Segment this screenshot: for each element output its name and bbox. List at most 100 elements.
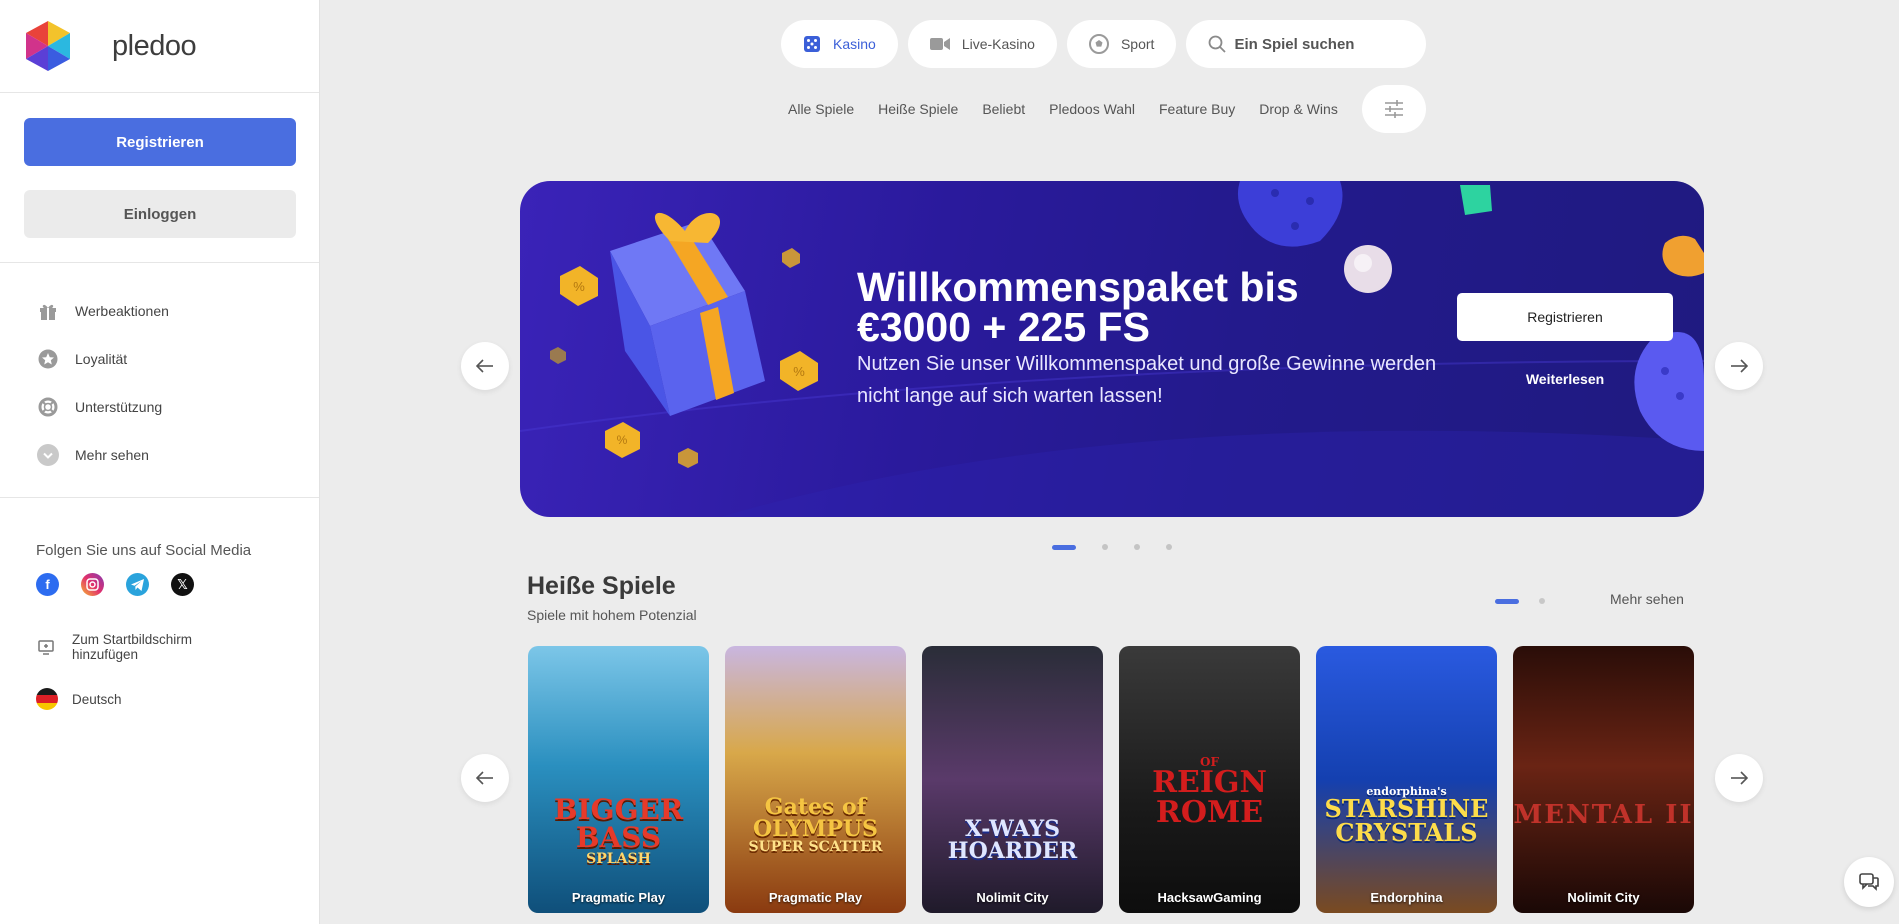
sidebar-item-more[interactable]: Mehr sehen: [0, 431, 319, 479]
game-provider: Nolimit City: [1567, 890, 1640, 905]
game-thumbnail: [528, 646, 709, 913]
games-next-button[interactable]: [1715, 754, 1763, 802]
banner-dot-2[interactable]: [1102, 544, 1108, 550]
game-art-title: X-WAYS HOARDER: [947, 816, 1078, 864]
video-camera-icon: [929, 37, 950, 51]
game-provider: Pragmatic Play: [768, 890, 863, 905]
tab-sport[interactable]: Sport: [1066, 20, 1177, 68]
social-title: Folgen Sie uns auf Social Media: [36, 542, 252, 559]
hot-games-dot-2[interactable]: [1539, 598, 1545, 604]
auth-panel: Registrieren Einloggen: [0, 93, 319, 263]
x-icon[interactable]: 𝕏: [171, 573, 194, 596]
game-thumbnail: [725, 646, 906, 913]
filter-button[interactable]: [1361, 85, 1426, 133]
category-navigation: Alle Spiele Heiße Spiele Beliebt Pledoos…: [788, 85, 1426, 133]
tab-live-casino[interactable]: Live-Kasino: [907, 20, 1057, 68]
banner-title: Willkommenspaket bis €3000 + 225 FS: [857, 264, 1299, 350]
banner-dot-3[interactable]: [1134, 544, 1140, 550]
german-flag-icon: [36, 688, 58, 710]
game-provider: Endorphina: [1370, 890, 1443, 905]
register-button[interactable]: Registrieren: [24, 118, 296, 166]
top-navigation: Kasino Live-Kasino Sport Ein Spiel suche…: [781, 20, 1427, 68]
gift-icon: [37, 300, 59, 322]
category-pledoos-choice[interactable]: Pledoos Wahl: [1049, 101, 1135, 117]
chevron-down-icon: [37, 444, 59, 466]
category-drop-wins[interactable]: Drop & Wins: [1259, 101, 1338, 117]
sidebar-item-promotions[interactable]: Werbeaktionen: [0, 287, 319, 335]
chat-button[interactable]: [1844, 857, 1894, 907]
game-card[interactable]: endorphina's STARSHINE CRYSTALS Endorphin…: [1316, 646, 1497, 913]
sidebar-item-label: Mehr sehen: [75, 447, 149, 463]
banner-dot-4[interactable]: [1166, 544, 1172, 550]
game-art-title: Gates of OLYMPUS SUPER SCATTER: [748, 794, 883, 855]
add-to-homescreen[interactable]: Zum Startbildschirm hinzufügen: [36, 632, 319, 662]
sliders-icon: [1384, 100, 1403, 118]
category-all-games[interactable]: Alle Spiele: [788, 101, 854, 117]
pledoo-logo-icon[interactable]: [26, 21, 70, 71]
banner-prev-button[interactable]: [461, 342, 509, 390]
banner-read-more-link[interactable]: Weiterlesen: [1457, 371, 1673, 387]
search-icon: [1208, 35, 1227, 53]
arrow-right-icon: [1731, 359, 1748, 373]
homescreen-label: Zum Startbildschirm hinzufügen: [72, 632, 193, 662]
arrow-left-icon: [476, 359, 493, 373]
game-provider: Pragmatic Play: [571, 890, 666, 905]
game-thumbnail: [922, 646, 1103, 913]
game-art-title: MENTAL II: [1513, 800, 1694, 830]
game-provider: Nolimit City: [976, 890, 1049, 905]
banner-title-line1: Willkommenspaket bis: [857, 264, 1299, 310]
sidebar-menu: Werbeaktionen Loyalität Unterstützung Me…: [0, 263, 319, 498]
hot-games-more-link[interactable]: Mehr sehen: [1610, 591, 1684, 607]
arrow-left-icon: [476, 771, 493, 785]
banner-next-button[interactable]: [1715, 342, 1763, 390]
category-popular[interactable]: Beliebt: [982, 101, 1025, 117]
sidebar-item-label: Unterstützung: [75, 399, 163, 415]
tab-casino[interactable]: Kasino: [781, 20, 898, 68]
brand-header: pledoo: [0, 0, 319, 93]
game-card[interactable]: Gates of OLYMPUS SUPER SCATTER Pragmatic …: [725, 646, 906, 913]
brand-name[interactable]: pledoo: [112, 30, 197, 63]
add-homescreen-icon: [36, 636, 58, 658]
hot-games-pagination: [1495, 598, 1545, 604]
hot-games-title: Heiße Spiele: [527, 572, 676, 600]
star-icon: [37, 348, 59, 370]
soccer-ball-icon: [1088, 34, 1109, 54]
game-provider: HacksawGaming: [1157, 890, 1262, 905]
sidebar-item-support[interactable]: Unterstützung: [0, 383, 319, 431]
welcome-banner[interactable]: % % % Willkommenspaket bis €3000 + 225 F…: [520, 181, 1704, 517]
sidebar: pledoo Registrieren Einloggen Werbeaktio…: [0, 0, 320, 924]
search-input[interactable]: Ein Spiel suchen: [1186, 20, 1427, 68]
game-art-title: OF REIGN ROME: [1152, 755, 1267, 830]
sidebar-item-loyalty[interactable]: Loyalität: [0, 335, 319, 383]
hot-games-dot-1[interactable]: [1495, 598, 1519, 604]
language-selector[interactable]: Deutsch: [36, 688, 319, 710]
facebook-icon[interactable]: f: [36, 573, 59, 596]
game-art-title: BIGGER BASS SPLASH: [553, 793, 684, 867]
game-card[interactable]: OF REIGN ROME HacksawGaming: [1119, 646, 1300, 913]
games-prev-button[interactable]: [461, 754, 509, 802]
arrow-right-icon: [1731, 771, 1748, 785]
login-button[interactable]: Einloggen: [24, 190, 296, 238]
banner-register-button[interactable]: Registrieren: [1457, 293, 1673, 341]
gift-box-icon: [610, 212, 765, 416]
game-card[interactable]: MENTAL II Nolimit City: [1513, 646, 1694, 913]
telegram-icon[interactable]: [126, 573, 149, 596]
dice-icon: [803, 35, 821, 53]
category-feature-buy[interactable]: Feature Buy: [1159, 101, 1235, 117]
category-hot-games[interactable]: Heiße Spiele: [878, 101, 958, 117]
sidebar-item-label: Loyalität: [75, 351, 128, 367]
tab-label: Live-Kasino: [961, 36, 1035, 52]
banner-pagination: [1052, 544, 1172, 550]
banner-title-line2: €3000 + 225 FS: [857, 304, 1150, 350]
game-art-title: endorphina's STARSHINE CRYSTALS: [1324, 785, 1489, 847]
hot-games-subtitle: Spiele mit hohem Potenzial: [527, 607, 697, 623]
tab-label: Sport: [1120, 36, 1155, 52]
game-card[interactable]: BIGGER BASS SPLASH Pragmatic Play: [528, 646, 709, 913]
game-thumbnail: [1316, 646, 1497, 913]
chat-icon: [1859, 873, 1879, 891]
banner-dot-1[interactable]: [1052, 544, 1076, 550]
lifebuoy-icon: [37, 396, 59, 418]
svg-text:%: %: [793, 364, 805, 379]
instagram-icon[interactable]: [81, 573, 104, 596]
game-card[interactable]: X-WAYS HOARDER Nolimit City: [922, 646, 1103, 913]
